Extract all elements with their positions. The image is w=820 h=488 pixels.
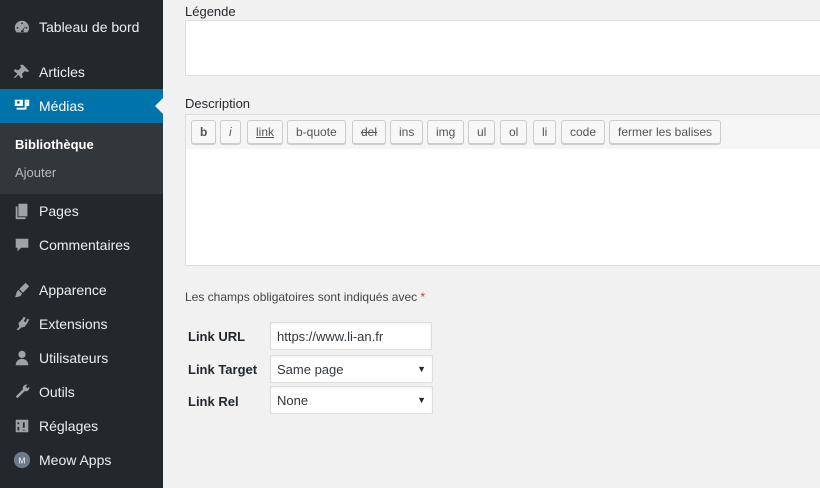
menu-item-settings[interactable]: Réglages: [0, 409, 163, 443]
menu-item-label: Commentaires: [39, 237, 131, 253]
link-target-select[interactable]: Same page ▼: [270, 355, 433, 383]
link-rel-value: None: [277, 392, 309, 408]
admin-sidebar: Tableau de bord Articles Médias Biblioth…: [0, 0, 163, 488]
link-button[interactable]: link: [247, 120, 284, 144]
menu-item-tools[interactable]: Outils: [0, 375, 163, 409]
menu-item-label: Utilisateurs: [39, 350, 109, 366]
link-rel-label: Link Rel: [188, 394, 239, 409]
comment-icon: [11, 235, 33, 255]
user-icon: [11, 348, 33, 368]
dashboard-icon: [11, 17, 33, 37]
menu-item-label: Extensions: [39, 316, 108, 332]
media-icon: [11, 96, 33, 116]
submenu-item-add[interactable]: Ajouter: [15, 165, 56, 180]
menu-item-label: Meow Apps: [39, 452, 112, 468]
menu-item-label: Médias: [39, 98, 85, 114]
caption-textarea[interactable]: [185, 20, 820, 76]
main-content: Légende Description b i link b-quote del…: [163, 0, 820, 488]
dropdown-arrow-icon: ▼: [417, 395, 426, 405]
pin-icon: [11, 62, 33, 82]
meow-apps-icon: M: [11, 450, 33, 470]
menu-item-articles[interactable]: Articles: [0, 55, 163, 89]
brush-icon: [11, 280, 33, 300]
settings-icon: [11, 416, 33, 436]
link-url-input[interactable]: [270, 322, 432, 350]
link-rel-select[interactable]: None ▼: [270, 386, 433, 414]
menu-item-label: Tableau de bord: [39, 19, 140, 35]
ul-button[interactable]: ul: [468, 120, 496, 144]
pages-icon: [11, 201, 33, 221]
plugin-icon: [11, 314, 33, 334]
menu-item-label: Outils: [39, 384, 75, 400]
link-target-value: Same page: [277, 361, 344, 377]
wrench-icon: [11, 382, 33, 402]
menu-item-medias[interactable]: Médias: [0, 89, 163, 123]
link-url-label: Link URL: [188, 329, 246, 344]
menu-item-label: Réglages: [39, 418, 99, 434]
italic-button[interactable]: i: [220, 120, 241, 144]
close-tags-button[interactable]: fermer les balises: [609, 120, 722, 144]
quicktags-toolbar: b i link b-quote del ins img ul ol li co…: [185, 114, 820, 150]
menu-item-pages[interactable]: Pages: [0, 194, 163, 228]
menu-item-label: Apparence: [39, 282, 107, 298]
description-textarea[interactable]: [185, 149, 820, 266]
menu-item-meow-apps[interactable]: M Meow Apps: [0, 443, 163, 477]
menu-item-comments[interactable]: Commentaires: [0, 228, 163, 262]
link-target-label: Link Target: [188, 362, 258, 377]
ol-button[interactable]: ol: [500, 120, 528, 144]
required-note-text: Les champs obligatoires sont indiqués av…: [185, 290, 418, 304]
blockquote-button[interactable]: b-quote: [287, 120, 346, 144]
menu-item-label: Pages: [39, 203, 79, 219]
submenu-item-library[interactable]: Bibliothèque: [15, 137, 94, 152]
svg-text:M: M: [19, 457, 26, 466]
media-submenu: Bibliothèque Ajouter: [0, 123, 163, 194]
li-button[interactable]: li: [533, 120, 557, 144]
dropdown-arrow-icon: ▼: [417, 364, 426, 374]
required-marker: *: [420, 290, 426, 304]
menu-item-appearance[interactable]: Apparence: [0, 273, 163, 307]
required-fields-note: Les champs obligatoires sont indiqués av…: [185, 290, 425, 304]
description-label: Description: [185, 96, 251, 111]
caption-label: Légende: [185, 4, 236, 19]
bold-button[interactable]: b: [191, 120, 217, 144]
ins-button[interactable]: ins: [390, 120, 424, 144]
code-button[interactable]: code: [561, 120, 606, 144]
img-button[interactable]: img: [427, 120, 465, 144]
menu-item-dashboard[interactable]: Tableau de bord: [0, 10, 163, 44]
menu-item-label: Articles: [39, 64, 85, 80]
menu-item-extensions[interactable]: Extensions: [0, 307, 163, 341]
del-button[interactable]: del: [352, 120, 387, 144]
menu-item-users[interactable]: Utilisateurs: [0, 341, 163, 375]
